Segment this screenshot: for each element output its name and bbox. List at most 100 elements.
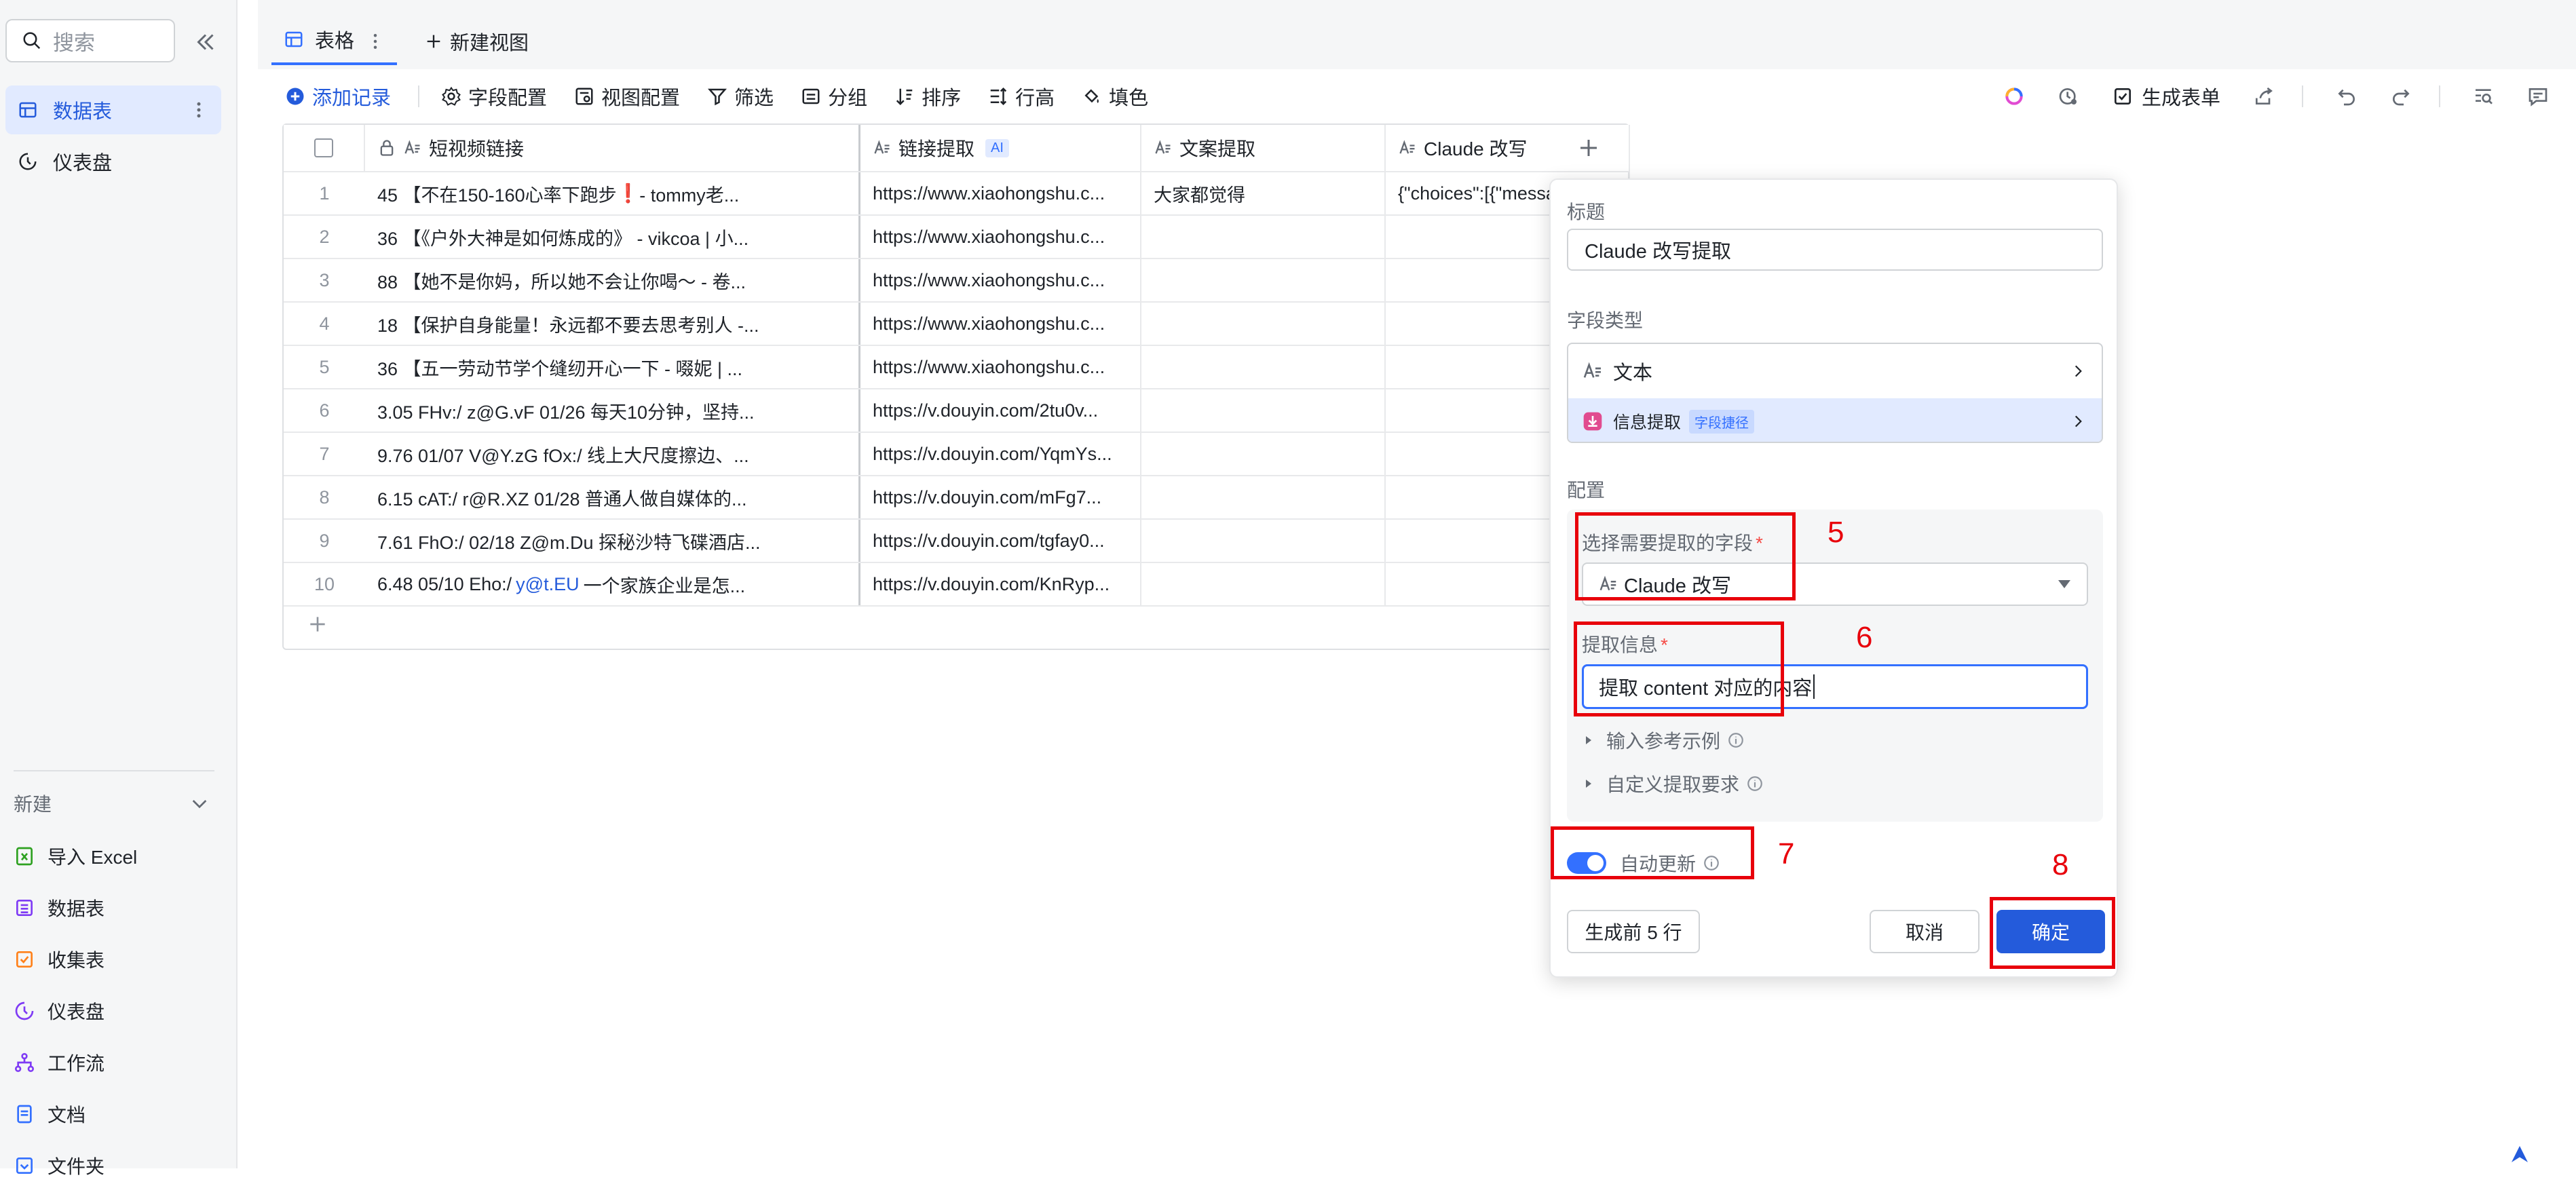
create-dashboard[interactable]: 仪表盘 [14, 991, 105, 1031]
video-link-cell[interactable]: 6.48 05/10 Eho:/ y@t.EU 一个家族企业是怎... [365, 563, 860, 605]
assistant-float-icon[interactable] [2506, 1142, 2533, 1166]
copy-extract-cell[interactable] [1141, 389, 1386, 432]
table-row[interactable]: 8 6.15 cAT:/ r@R.XZ 01/28 普通人做自媒体的... ht… [284, 476, 1630, 520]
table-row[interactable]: 7 9.76 01/07 V@Y.zG fOx:/ 线上大尺度擦边、... ht… [284, 433, 1630, 476]
create-form[interactable]: 收集表 [14, 939, 105, 980]
inline-link[interactable]: y@t.EU [516, 574, 579, 595]
filter-button[interactable]: 筛选 [707, 82, 774, 111]
group-button[interactable]: 分组 [801, 82, 867, 111]
link-extract-cell[interactable]: https://v.douyin.com/tgfay0... [860, 520, 1141, 562]
copy-extract-cell[interactable] [1141, 303, 1386, 345]
select-all-checkbox[interactable] [314, 138, 333, 157]
automation-button[interactable] [2058, 85, 2079, 107]
field-type-value: 文本 [1613, 362, 1653, 384]
link-extract-cell[interactable]: https://v.douyin.com/KnRyp... [860, 563, 1141, 605]
info-icon[interactable] [1727, 731, 1745, 749]
annotation-label-7: 7 [1778, 837, 1795, 871]
field-config-button[interactable]: 字段配置 [441, 82, 547, 111]
title-input[interactable]: Claude 改写提取 [1567, 229, 2103, 271]
toolbar-right: 生成表单 [1971, 80, 2549, 113]
video-link-cell[interactable]: 36 【五一劳动节学个缝纫开心一下 - 啜妮 | ... [365, 346, 860, 388]
link-extract-cell[interactable]: https://v.douyin.com/2tu0v... [860, 389, 1141, 432]
sidebar-item-dashboard[interactable]: 仪表盘 [5, 137, 221, 186]
link-extract-cell[interactable]: https://www.xiaohongshu.c... [860, 346, 1141, 388]
link-extract-cell[interactable]: https://www.xiaohongshu.c... [860, 303, 1141, 345]
custom-requirement-toggle[interactable]: 自定义提取要求 [1583, 769, 1764, 799]
sort-label: 排序 [922, 88, 962, 109]
redo-button[interactable] [2390, 85, 2412, 107]
link-extract-cell[interactable]: https://www.xiaohongshu.c... [860, 172, 1141, 214]
ai-assistant-button[interactable] [2003, 85, 2025, 107]
search-records-button[interactable] [2473, 85, 2495, 107]
table-row[interactable]: 1 45 【不在150-160心率下跑步 ❗ - tommy老... https:… [284, 172, 1630, 216]
video-link-cell[interactable]: 45 【不在150-160心率下跑步 ❗ - tommy老... [365, 172, 860, 214]
video-link-cell[interactable]: 88 【她不是你妈，所以她不会让你喝～ - 卷... [365, 259, 860, 301]
column-header-copy-extract[interactable]: 文案提取 [1141, 125, 1386, 171]
info-icon[interactable] [1746, 775, 1764, 792]
copy-extract-cell[interactable] [1141, 476, 1386, 518]
table-row[interactable]: 3 88 【她不是你妈，所以她不会让你喝～ - 卷... https://www… [284, 259, 1630, 303]
create-import-excel[interactable]: 导入 Excel [14, 836, 137, 877]
table-row[interactable]: 10 6.48 05/10 Eho:/ y@t.EU 一个家族企业是怎... h… [284, 563, 1630, 607]
video-link-cell[interactable]: 7.61 FhO:/ 02/18 Z@m.Du 探秘沙特飞碟酒店... [365, 520, 860, 562]
create-folder[interactable]: 文件夹 [14, 1145, 105, 1186]
sidebar-item-label: 数据表 [53, 101, 113, 123]
create-doc[interactable]: 文档 [14, 1094, 86, 1134]
copy-extract-cell[interactable] [1141, 563, 1386, 605]
generate-first-rows-button[interactable]: 生成前 5 行 [1567, 910, 1700, 953]
new-section-header[interactable]: 新建 [14, 787, 210, 820]
table-row[interactable]: 6 3.05 FHv:/ z@G.vF 01/26 每天10分钟，坚持... h… [284, 389, 1630, 433]
chevron-down-icon[interactable] [189, 792, 210, 814]
expand-triangle-icon [1586, 780, 1591, 788]
video-link-cell[interactable]: 3.05 FHv:/ z@G.vF 01/26 每天10分钟，坚持... [365, 389, 860, 432]
add-column-icon[interactable] [1576, 136, 1601, 160]
field-shortcut-badge: 字段捷径 [1689, 409, 1755, 434]
copy-extract-cell[interactable] [1141, 346, 1386, 388]
copy-extract-cell[interactable]: 大家都觉得 [1141, 172, 1386, 214]
add-row-icon[interactable] [307, 613, 328, 635]
copy-extract-cell[interactable] [1141, 259, 1386, 301]
video-link-cell[interactable]: 18 【保护自身能量！永远都不要去思考别人 -... [365, 303, 860, 345]
info-extract-shortcut[interactable]: 信息提取 字段捷径 [1568, 398, 2102, 442]
more-icon[interactable] [189, 99, 209, 121]
copy-extract-cell[interactable] [1141, 216, 1386, 258]
row-height-button[interactable]: 行高 [988, 82, 1055, 111]
table-row[interactable]: 2 36 【《户外大神是如何炼成的》 - vikcoa | 小... https… [284, 216, 1630, 259]
fill-color-button[interactable]: 填色 [1082, 82, 1148, 111]
link-extract-cell[interactable]: https://www.xiaohongshu.c... [860, 259, 1141, 301]
video-link-cell[interactable]: 6.15 cAT:/ r@R.XZ 01/28 普通人做自媒体的... [365, 476, 860, 518]
link-extract-cell[interactable]: https://v.douyin.com/YqmYs... [860, 433, 1141, 475]
create-datatable[interactable]: 数据表 [14, 887, 105, 928]
comments-button[interactable] [2527, 85, 2549, 107]
cancel-button[interactable]: 取消 [1870, 910, 1980, 953]
copy-extract-cell[interactable] [1141, 520, 1386, 562]
video-link-cell[interactable]: 36 【《户外大神是如何炼成的》 - vikcoa | 小... [365, 216, 860, 258]
tab-label: 表格 [315, 31, 355, 52]
search-input[interactable]: 搜索 [5, 19, 175, 62]
table-row[interactable]: 9 7.61 FhO:/ 02/18 Z@m.Du 探秘沙特飞碟酒店... ht… [284, 520, 1630, 563]
add-record-button[interactable]: 添加记录 [285, 82, 391, 111]
create-workflow[interactable]: 工作流 [14, 1042, 105, 1083]
table-row[interactable]: 5 36 【五一劳动节学个缝纫开心一下 - 啜妮 | ... https://w… [284, 346, 1630, 389]
column-header-link-extract[interactable]: 链接提取 AI [860, 125, 1141, 171]
field-type-select[interactable]: 文本 [1568, 344, 2102, 398]
column-header-video-link[interactable]: 短视频链接 [365, 125, 860, 171]
link-extract-cell[interactable]: https://v.douyin.com/mFg7... [860, 476, 1141, 518]
undo-button[interactable] [2336, 85, 2357, 107]
sort-button[interactable]: 排序 [894, 82, 961, 111]
share-button[interactable] [2253, 85, 2275, 107]
new-view-button[interactable]: 新建视图 [424, 24, 529, 58]
view-config-button[interactable]: 视图配置 [574, 82, 680, 111]
table-row[interactable]: 4 18 【保护自身能量！永远都不要去思考别人 -... https://www… [284, 303, 1630, 346]
reference-example-toggle[interactable]: 输入参考示例 [1583, 725, 1745, 755]
video-link-cell[interactable]: 9.76 01/07 V@Y.zG fOx:/ 线上大尺度擦边、... [365, 433, 860, 475]
link-extract-cell[interactable]: https://www.xiaohongshu.c... [860, 216, 1141, 258]
generate-form-button[interactable]: 生成表单 [2112, 82, 2220, 111]
field-type-label: 字段类型 [1567, 310, 1644, 331]
tab-more-icon[interactable] [365, 31, 385, 52]
create-item-label: 文件夹 [48, 1156, 105, 1177]
sidebar-item-datatable[interactable]: 数据表 [5, 85, 221, 134]
row-number: 8 [319, 486, 330, 508]
collapse-sidebar-icon[interactable] [193, 30, 218, 54]
copy-extract-cell[interactable] [1141, 433, 1386, 475]
